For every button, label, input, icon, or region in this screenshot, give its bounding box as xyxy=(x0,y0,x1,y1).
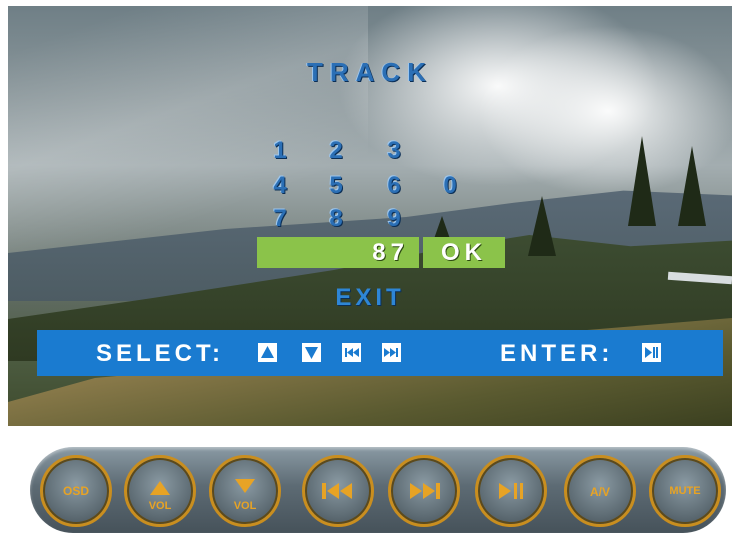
osd-title: TRACK xyxy=(307,57,433,87)
track-entry-value: 87 xyxy=(372,239,409,266)
vol-down-button[interactable]: VOL xyxy=(209,455,281,527)
mute-button[interactable]: MUTE xyxy=(649,455,721,527)
next-track-button[interactable] xyxy=(388,455,460,527)
key-3[interactable]: 3 xyxy=(381,137,407,165)
next-track-icon xyxy=(382,343,401,362)
ok-button[interactable]: OK xyxy=(423,237,505,268)
key-5[interactable]: 5 xyxy=(323,172,349,200)
help-enter-label: ENTER: xyxy=(500,340,614,367)
exit-button[interactable]: EXIT xyxy=(320,284,420,312)
key-0[interactable]: 0 xyxy=(437,172,463,200)
triangle-up-icon xyxy=(150,481,170,495)
mute-button-label: MUTE xyxy=(669,485,701,497)
background-tree xyxy=(628,136,656,226)
play-pause-icon xyxy=(499,483,523,499)
down-arrow-icon xyxy=(302,343,321,362)
key-2[interactable]: 2 xyxy=(323,137,349,165)
av-button[interactable]: A/V xyxy=(564,455,636,527)
previous-track-button[interactable] xyxy=(302,455,374,527)
osd-button[interactable]: OSD xyxy=(40,455,112,527)
key-1[interactable]: 1 xyxy=(267,137,293,165)
triangle-down-icon xyxy=(235,479,255,493)
vol-up-label: VOL xyxy=(148,500,172,512)
key-4[interactable]: 4 xyxy=(267,172,293,200)
vol-down-label: VOL xyxy=(233,500,257,512)
vol-up-button[interactable]: VOL xyxy=(124,455,196,527)
background-tree xyxy=(528,196,556,256)
play-pause-button[interactable] xyxy=(475,455,547,527)
key-9[interactable]: 9 xyxy=(381,205,407,233)
previous-track-icon xyxy=(322,483,352,499)
previous-track-icon xyxy=(342,343,361,362)
key-7[interactable]: 7 xyxy=(267,205,293,233)
up-arrow-icon xyxy=(258,343,277,362)
background-tree xyxy=(678,146,706,226)
key-6[interactable]: 6 xyxy=(381,172,407,200)
play-pause-icon xyxy=(642,343,661,362)
help-select-label: SELECT: xyxy=(96,340,225,367)
key-8[interactable]: 8 xyxy=(323,205,349,233)
av-button-label: A/V xyxy=(589,485,610,499)
osd-button-label: OSD xyxy=(62,484,89,498)
next-track-icon xyxy=(410,483,440,499)
